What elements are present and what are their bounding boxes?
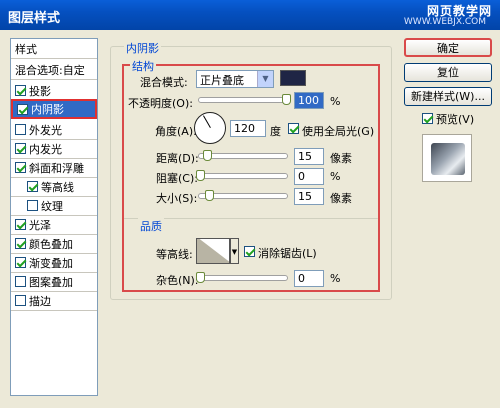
ok-button[interactable]: 确定	[404, 38, 492, 57]
style-item-satin[interactable]: 光泽	[11, 215, 97, 235]
checkbox-satin[interactable]	[15, 219, 26, 230]
style-item-color-overlay[interactable]: 颜色叠加	[11, 234, 97, 254]
style-item-label: 投影	[29, 84, 51, 98]
angle-dial-hand	[203, 115, 211, 128]
style-item-label: 斜面和浮雕	[29, 161, 84, 175]
style-item-stroke[interactable]: 描边	[11, 291, 97, 311]
angle-input[interactable]: 120	[230, 120, 266, 137]
blend-mode-label: 混合模式:	[140, 76, 188, 89]
distance-slider-thumb[interactable]	[203, 150, 212, 161]
style-item-label: 光泽	[29, 218, 51, 232]
contour-label: 等高线:	[156, 248, 193, 261]
checkbox-stroke[interactable]	[15, 295, 26, 306]
watermark-url: WWW.WEBJX.COM	[403, 17, 486, 27]
size-slider[interactable]	[198, 190, 288, 201]
size-input[interactable]: 15	[294, 188, 324, 205]
style-item-label: 颜色叠加	[29, 237, 73, 251]
style-preview	[422, 134, 472, 182]
opacity-unit: %	[330, 95, 341, 108]
title-bar: 图层样式 网页教学网 WWW.WEBJX.COM	[0, 0, 500, 30]
noise-slider-thumb[interactable]	[196, 272, 205, 283]
distance-label: 距离(D):	[156, 152, 199, 165]
preview-checkbox[interactable]	[422, 113, 433, 124]
checkbox-gradient-overlay[interactable]	[15, 257, 26, 268]
size-unit: 像素	[330, 192, 352, 205]
structure-title: 结构	[130, 58, 156, 74]
style-item-outer-glow[interactable]: 外发光	[11, 120, 97, 140]
opacity-input[interactable]: 100	[294, 92, 324, 109]
styles-header-label: 样式	[15, 42, 37, 56]
global-light-label: 使用全局光(G)	[302, 125, 375, 138]
noise-slider[interactable]	[196, 272, 288, 283]
size-slider-thumb[interactable]	[205, 190, 214, 201]
style-item-label: 图案叠加	[29, 275, 73, 289]
angle-unit: 度	[270, 125, 281, 138]
styles-header[interactable]: 样式	[11, 39, 97, 59]
noise-unit: %	[330, 272, 341, 285]
checkbox-contour[interactable]	[27, 181, 38, 192]
checkbox-inner-shadow[interactable]	[17, 103, 28, 115]
angle-dial[interactable]	[194, 112, 226, 144]
blend-mode-select[interactable]: 正片叠底 ▼	[196, 70, 274, 88]
blend-options-label: 混合选项:自定	[15, 63, 85, 77]
global-light-checkbox[interactable]	[288, 123, 299, 134]
style-item-label: 外发光	[29, 123, 62, 137]
style-item-label: 描边	[29, 294, 51, 308]
checkbox-pattern-overlay[interactable]	[15, 276, 26, 287]
opacity-label: 不透明度(O):	[128, 97, 193, 110]
style-item-label: 纹理	[41, 199, 63, 213]
chevron-down-icon[interactable]: ▼	[230, 238, 239, 264]
angle-label: 角度(A):	[155, 125, 197, 138]
checkbox-outer-glow[interactable]	[15, 124, 26, 135]
choke-unit: %	[330, 170, 341, 183]
styles-list: 样式 混合选项:自定 投影 内阴影 外发光 内发光 斜面和浮雕 等高线 纹理 光…	[10, 38, 98, 396]
contour-curve	[197, 239, 229, 263]
size-label: 大小(S):	[156, 192, 198, 205]
checkbox-drop-shadow[interactable]	[15, 85, 26, 96]
style-item-inner-glow[interactable]: 内发光	[11, 139, 97, 159]
noise-label: 杂色(N):	[156, 274, 199, 287]
checkbox-texture[interactable]	[27, 200, 38, 211]
new-style-button[interactable]: 新建样式(W)...	[404, 87, 492, 106]
blend-mode-value: 正片叠底	[200, 74, 244, 87]
style-item-label: 内发光	[29, 142, 62, 156]
quality-title: 品质	[138, 218, 164, 234]
style-item-texture[interactable]: 纹理	[11, 196, 97, 216]
shadow-color-swatch[interactable]	[280, 70, 306, 86]
choke-input[interactable]: 0	[294, 168, 324, 185]
distance-slider[interactable]	[198, 150, 288, 161]
window-title: 图层样式	[8, 11, 61, 26]
style-item-pattern-overlay[interactable]: 图案叠加	[11, 272, 97, 292]
noise-input[interactable]: 0	[294, 270, 324, 287]
choke-label: 阻塞(C):	[156, 172, 198, 185]
style-item-contour[interactable]: 等高线	[11, 177, 97, 197]
style-item-drop-shadow[interactable]: 投影	[11, 81, 97, 101]
reset-button[interactable]: 复位	[404, 63, 492, 82]
style-item-gradient-overlay[interactable]: 渐变叠加	[11, 253, 97, 273]
choke-slider-thumb[interactable]	[196, 170, 205, 181]
distance-input[interactable]: 15	[294, 148, 324, 165]
checkbox-inner-glow[interactable]	[15, 143, 26, 154]
blend-options-item[interactable]: 混合选项:自定	[11, 60, 97, 80]
preview-label: 预览(V)	[436, 113, 475, 126]
style-item-label: 内阴影	[31, 103, 64, 116]
opacity-slider-thumb[interactable]	[282, 94, 291, 105]
inner-shadow-title: 内阴影	[124, 40, 161, 56]
style-item-inner-shadow[interactable]: 内阴影	[11, 99, 97, 119]
checkbox-bevel-emboss[interactable]	[15, 162, 26, 173]
style-item-label: 等高线	[41, 180, 74, 194]
antialias-label: 消除锯齿(L)	[258, 247, 317, 260]
style-item-bevel-emboss[interactable]: 斜面和浮雕	[11, 158, 97, 178]
style-preview-swatch	[431, 143, 465, 175]
chevron-down-icon: ▼	[257, 71, 273, 87]
style-item-label: 渐变叠加	[29, 256, 73, 270]
contour-preview[interactable]	[196, 238, 230, 264]
distance-unit: 像素	[330, 152, 352, 165]
choke-slider[interactable]	[196, 170, 288, 181]
antialias-checkbox[interactable]	[244, 246, 255, 257]
opacity-slider[interactable]	[198, 94, 291, 105]
checkbox-color-overlay[interactable]	[15, 238, 26, 249]
